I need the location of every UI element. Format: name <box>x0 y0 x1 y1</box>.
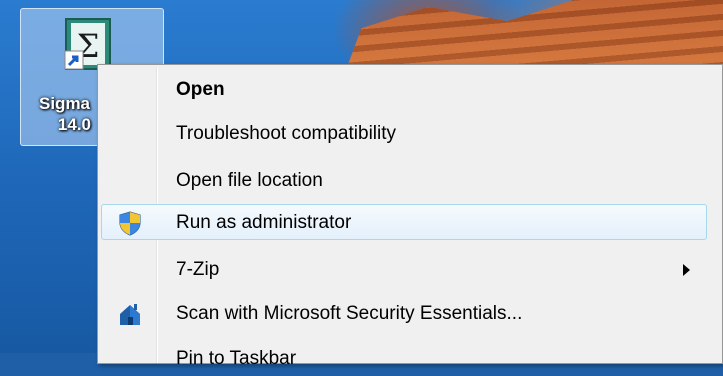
mse-house-icon <box>120 304 140 325</box>
menu-item-label: Run as administrator <box>176 212 352 233</box>
menu-item-open-file-location[interactable]: Open file location <box>101 162 707 198</box>
menu-item-run-as-administrator[interactable]: Run as administrator <box>101 204 707 240</box>
menu-item-label: Open file location <box>176 170 323 191</box>
menu-item-label: 7-Zip <box>176 259 220 280</box>
submenu-arrow-icon <box>683 264 690 276</box>
menu-item-troubleshoot-compatibility[interactable]: Troubleshoot compatibility <box>101 115 707 151</box>
menu-item-label: Troubleshoot compatibility <box>176 123 397 144</box>
menu-item-pin-to-taskbar[interactable]: Pin to Taskbar <box>101 340 707 376</box>
menu-item-open[interactable]: Open <box>101 71 707 107</box>
menu-item-label: Pin to Taskbar <box>176 348 297 369</box>
menu-item-label: Scan with Microsoft Security Essentials.… <box>176 303 523 324</box>
menu-item-label: Open <box>176 79 225 100</box>
uac-shield-icon <box>119 211 141 236</box>
menu-item-7zip[interactable]: 7-Zip <box>101 251 707 287</box>
menu-item-scan-mse[interactable]: Scan with Microsoft Security Essentials.… <box>101 295 707 331</box>
context-menu: Open Troubleshoot compatibility Open fil… <box>97 64 723 369</box>
